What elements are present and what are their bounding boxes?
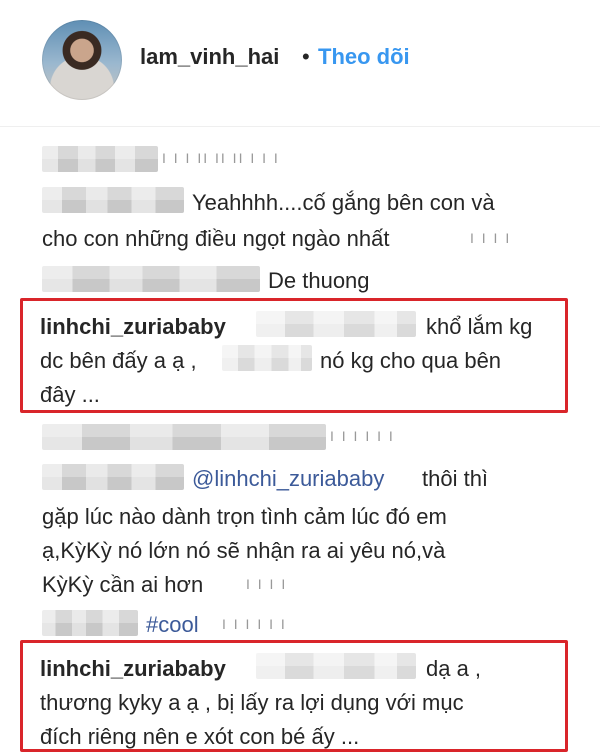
comment-meta: I I I I [246, 576, 288, 592]
comment-text: dạ a , [426, 656, 482, 681]
comment-text: dc bên đấy a ạ , [40, 348, 197, 373]
comment-text: khổ lắm kg [426, 314, 533, 339]
blurred-username [42, 424, 326, 450]
blurred-username [42, 610, 138, 636]
comment-text: gặp lúc nào dành trọn tình cảm lúc đó em [42, 504, 447, 529]
comment-meta: I I I I [470, 230, 512, 246]
comment-meta: I I I II II II I I I [162, 150, 280, 166]
post-header: lam_vinh_hai • Theo dõi [0, 0, 600, 118]
comment-username[interactable]: linhchi_zuriababy [40, 656, 226, 682]
comment-text: Yeahhhh....cố gắng bên con và [192, 190, 495, 215]
blurred-mention [256, 653, 416, 679]
comment-text: thương kyky a ạ , bị lấy ra lợi dụng với… [40, 690, 464, 715]
blurred-mention [256, 311, 416, 337]
hashtag-link[interactable]: #cool [146, 612, 199, 638]
comment-meta: I I I I I I [330, 428, 395, 444]
separator-dot: • [302, 44, 310, 69]
header-divider [0, 126, 600, 127]
comment-text: thôi thì [422, 466, 489, 491]
comment-text: ạ,KỳKỳ nó lớn nó sẽ nhận ra ai yêu nó,và [42, 538, 446, 563]
comment-text: đây ... [40, 382, 100, 407]
comment-text: KỳKỳ cần ai hơn [42, 572, 204, 597]
comment-text: đích riêng nên e xót con bé ấy ... [40, 724, 360, 749]
blurred-username [42, 464, 184, 490]
author-username[interactable]: lam_vinh_hai [140, 44, 279, 70]
comment-meta: I I I I I I [222, 616, 287, 632]
blurred-name [222, 345, 312, 371]
blurred-username [42, 266, 260, 292]
comment-mention[interactable]: @linhchi_zuriababy [192, 466, 384, 492]
comment-text: nó kg cho qua bên [320, 348, 502, 373]
comment-username[interactable]: linhchi_zuriababy [40, 314, 226, 340]
comment-text: De thuong [268, 268, 370, 293]
follow-button[interactable]: Theo dõi [318, 44, 410, 70]
comment-text: cho con những điều ngọt ngào nhất [42, 226, 390, 251]
blurred-username [42, 187, 184, 213]
avatar[interactable] [42, 20, 122, 100]
blurred-username [42, 146, 158, 172]
